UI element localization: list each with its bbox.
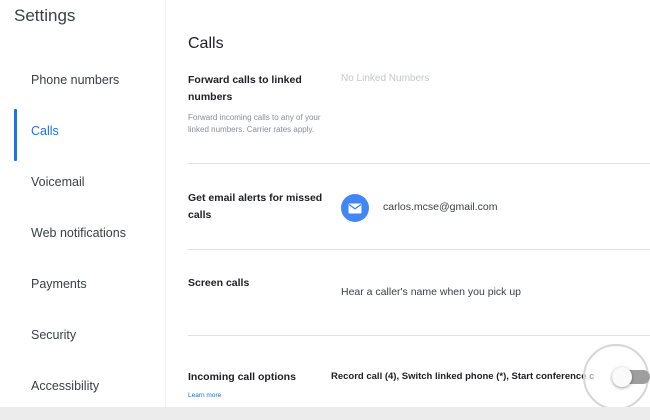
forward-calls-label: Forward calls to linked numbers — [188, 74, 302, 103]
mail-icon — [341, 194, 369, 222]
sidebar-item-web-notifications[interactable]: Web notifications — [14, 211, 164, 255]
toggle-thumb[interactable] — [612, 367, 632, 387]
row-divider — [188, 163, 650, 164]
bottom-bar — [0, 407, 650, 420]
incoming-call-options-label: Incoming call options — [188, 371, 296, 383]
sidebar-item-payments[interactable]: Payments — [14, 262, 164, 306]
sidebar-divider — [165, 0, 166, 420]
learn-more-link[interactable]: Learn more — [188, 392, 221, 399]
settings-sidebar: Phone numbers Calls Voicemail Web notifi… — [0, 0, 165, 420]
forward-calls-help: Forward incoming calls to any of your li… — [188, 113, 321, 134]
linked-numbers-value: No Linked Numbers — [341, 73, 430, 84]
incoming-call-options-description: Record call (4), Switch linked phone (*)… — [331, 371, 595, 382]
section-title: Calls — [188, 35, 224, 52]
sidebar-item-calls[interactable]: Calls — [14, 109, 164, 161]
sidebar-item-accessibility[interactable]: Accessibility — [14, 364, 164, 408]
sidebar-item-phone-numbers[interactable]: Phone numbers — [14, 58, 164, 102]
alert-email-value: carlos.mcse@gmail.com — [383, 201, 498, 213]
row-divider — [188, 249, 650, 250]
calls-settings-panel: Calls Forward calls to linked numbers Fo… — [188, 0, 650, 420]
sidebar-item-voicemail[interactable]: Voicemail — [14, 160, 164, 204]
sidebar-item-security[interactable]: Security — [14, 313, 164, 357]
email-alerts-label: Get email alerts for missed calls — [188, 192, 323, 221]
row-divider — [188, 335, 650, 336]
screen-calls-description: Hear a caller's name when you pick up — [341, 286, 522, 298]
screen-calls-label: Screen calls — [188, 277, 250, 289]
